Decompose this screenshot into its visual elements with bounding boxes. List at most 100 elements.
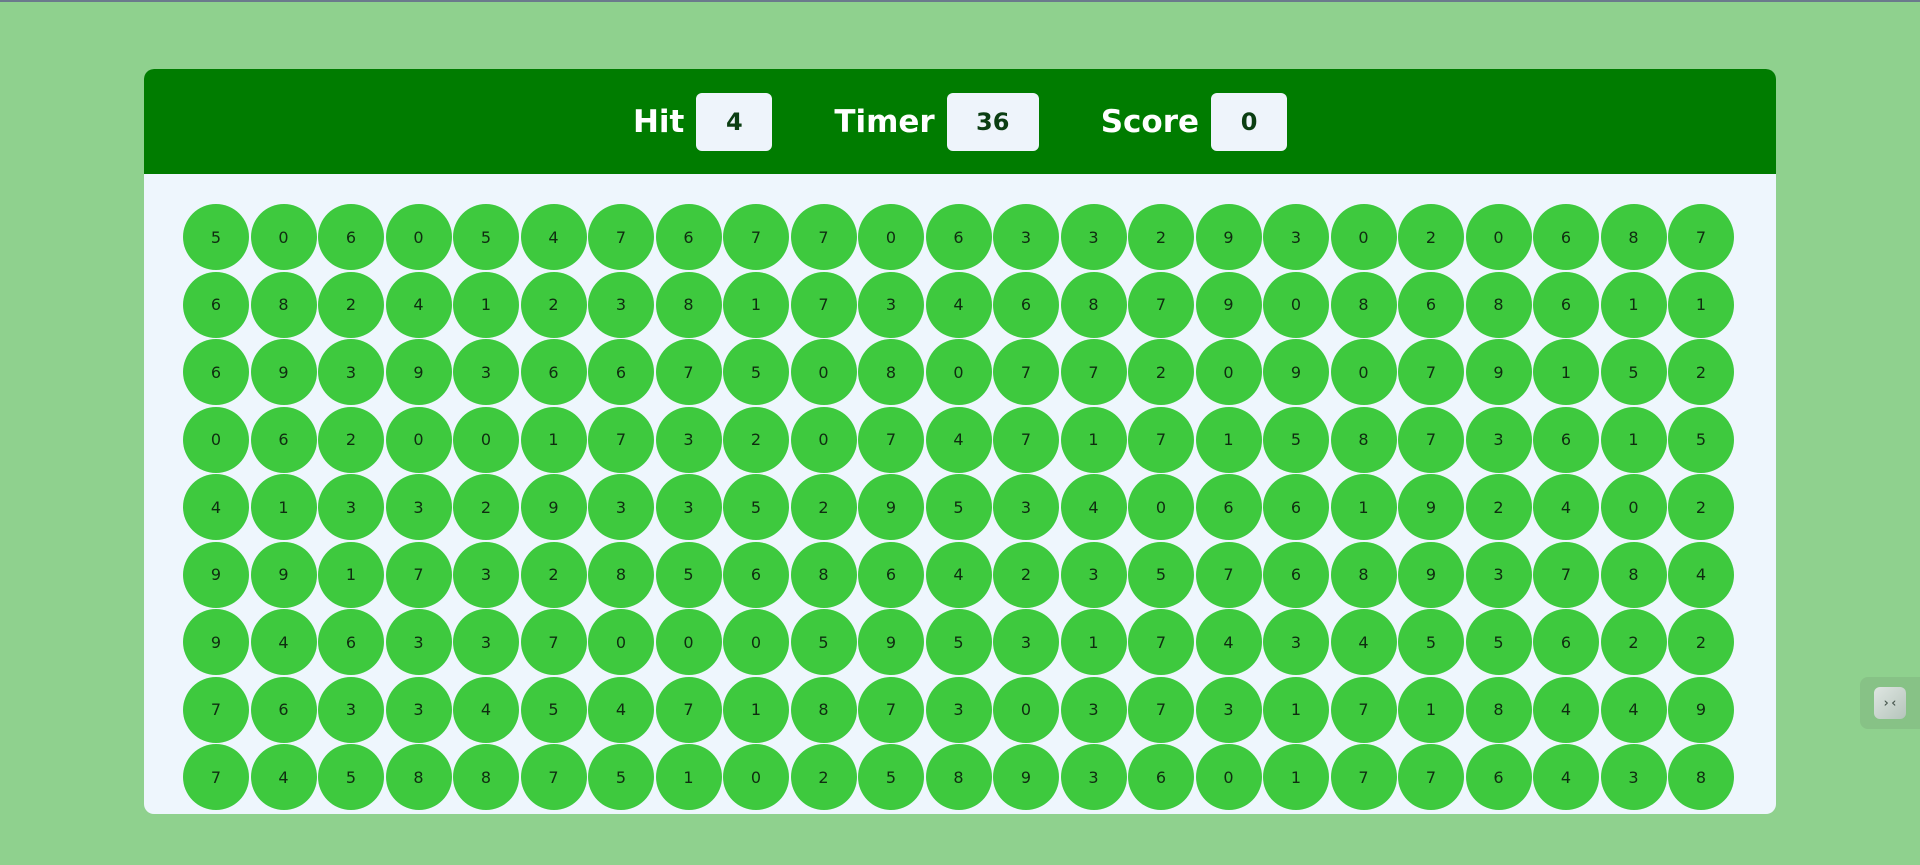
bubble[interactable]: 1 xyxy=(723,271,789,338)
bubble[interactable]: 0 xyxy=(183,406,249,473)
bubble[interactable]: 3 xyxy=(453,339,519,405)
bubble[interactable]: 9 xyxy=(183,609,249,675)
bubble[interactable]: 9 xyxy=(520,474,587,540)
bubble[interactable]: 0 xyxy=(385,406,452,473)
bubble[interactable]: 3 xyxy=(1263,609,1329,675)
bubble[interactable]: 0 xyxy=(1263,271,1329,338)
bubble[interactable]: 1 xyxy=(1263,744,1329,810)
bubble[interactable]: 0 xyxy=(655,609,722,675)
bubble[interactable]: 6 xyxy=(1465,744,1532,810)
collapse-icon[interactable]: ›‹ xyxy=(1874,687,1906,719)
bubble[interactable]: 1 xyxy=(1533,339,1599,405)
bubble[interactable]: 7 xyxy=(520,609,587,675)
bubble[interactable]: 7 xyxy=(1398,339,1464,405)
bubble[interactable]: 6 xyxy=(1533,271,1599,338)
bubble[interactable]: 3 xyxy=(1600,744,1667,810)
bubble[interactable]: 2 xyxy=(1668,609,1734,675)
bubble[interactable]: 4 xyxy=(1195,609,1262,675)
bubble[interactable]: 0 xyxy=(385,204,452,270)
bubble[interactable]: 0 xyxy=(453,406,519,473)
bubble[interactable]: 8 xyxy=(385,744,452,810)
bubble[interactable]: 4 xyxy=(925,406,992,473)
bubble[interactable]: 3 xyxy=(453,541,519,608)
bubble[interactable]: 4 xyxy=(1533,744,1599,810)
bubble[interactable]: 4 xyxy=(385,271,452,338)
bubble[interactable]: 6 xyxy=(1263,474,1329,540)
bubble[interactable]: 8 xyxy=(1600,204,1667,270)
bubble[interactable]: 7 xyxy=(1330,744,1397,810)
bubble[interactable]: 3 xyxy=(1465,406,1532,473)
bubble[interactable]: 2 xyxy=(1668,474,1734,540)
bubble[interactable]: 0 xyxy=(1330,204,1397,270)
bubble[interactable]: 2 xyxy=(1668,339,1734,405)
bubble[interactable]: 7 xyxy=(1398,744,1464,810)
bubble[interactable]: 7 xyxy=(183,744,249,810)
bubble[interactable]: 7 xyxy=(790,271,857,338)
bubble[interactable]: 4 xyxy=(1533,676,1599,743)
bubble[interactable]: 6 xyxy=(723,541,789,608)
bubble[interactable]: 2 xyxy=(993,541,1059,608)
bubble[interactable]: 3 xyxy=(385,609,452,675)
bubble[interactable]: 0 xyxy=(790,339,857,405)
bubble[interactable]: 3 xyxy=(1465,541,1532,608)
bubble[interactable]: 9 xyxy=(993,744,1059,810)
bubble[interactable]: 1 xyxy=(1600,271,1667,338)
bubble[interactable]: 7 xyxy=(790,204,857,270)
bubble[interactable]: 2 xyxy=(520,541,587,608)
bubble[interactable]: 9 xyxy=(250,339,317,405)
bubble[interactable]: 8 xyxy=(1465,676,1532,743)
bubble[interactable]: 3 xyxy=(1060,676,1127,743)
bubble[interactable]: 6 xyxy=(858,541,924,608)
bubble[interactable]: 8 xyxy=(453,744,519,810)
bubble[interactable]: 6 xyxy=(655,204,722,270)
bubble[interactable]: 9 xyxy=(1195,271,1262,338)
bubble[interactable]: 8 xyxy=(655,271,722,338)
bubble[interactable]: 7 xyxy=(1533,541,1599,608)
bubble[interactable]: 5 xyxy=(925,609,992,675)
bubble[interactable]: 7 xyxy=(1128,609,1194,675)
bubble[interactable]: 5 xyxy=(723,474,789,540)
bubble[interactable]: 6 xyxy=(250,676,317,743)
bubble[interactable]: 0 xyxy=(1195,744,1262,810)
bubble[interactable]: 5 xyxy=(520,676,587,743)
bubble[interactable]: 3 xyxy=(385,474,452,540)
bubble[interactable]: 2 xyxy=(1128,204,1194,270)
bubble[interactable]: 9 xyxy=(385,339,452,405)
bubble[interactable]: 4 xyxy=(1330,609,1397,675)
bubble[interactable]: 7 xyxy=(723,204,789,270)
bubble[interactable]: 4 xyxy=(1533,474,1599,540)
bubble[interactable]: 0 xyxy=(1600,474,1667,540)
bubble[interactable]: 7 xyxy=(655,676,722,743)
bubble[interactable]: 4 xyxy=(453,676,519,743)
bubble[interactable]: 7 xyxy=(1195,541,1262,608)
bubble[interactable]: 8 xyxy=(588,541,654,608)
bubble[interactable]: 8 xyxy=(1330,406,1397,473)
bubble[interactable]: 7 xyxy=(858,406,924,473)
bubble[interactable]: 2 xyxy=(723,406,789,473)
bubble[interactable]: 7 xyxy=(1128,676,1194,743)
bubble[interactable]: 3 xyxy=(318,676,384,743)
bubble[interactable]: 4 xyxy=(1600,676,1667,743)
bubble[interactable]: 3 xyxy=(858,271,924,338)
bubble[interactable]: 2 xyxy=(318,406,384,473)
bubble[interactable]: 0 xyxy=(1465,204,1532,270)
bubble[interactable]: 4 xyxy=(925,271,992,338)
bubble[interactable]: 1 xyxy=(1600,406,1667,473)
bubble[interactable]: 2 xyxy=(790,474,857,540)
bubble[interactable]: 5 xyxy=(790,609,857,675)
bubble[interactable]: 7 xyxy=(588,204,654,270)
bubble[interactable]: 7 xyxy=(1060,339,1127,405)
bubble[interactable]: 1 xyxy=(520,406,587,473)
bubble[interactable]: 7 xyxy=(1668,204,1734,270)
bubble[interactable]: 7 xyxy=(858,676,924,743)
bubble[interactable]: 3 xyxy=(993,609,1059,675)
bubble[interactable]: 9 xyxy=(1263,339,1329,405)
bubble[interactable]: 8 xyxy=(1060,271,1127,338)
bubble[interactable]: 6 xyxy=(1533,609,1599,675)
bubble[interactable]: 2 xyxy=(1128,339,1194,405)
bubble[interactable]: 7 xyxy=(1330,676,1397,743)
bubble[interactable]: 4 xyxy=(250,609,317,675)
bubble[interactable]: 7 xyxy=(183,676,249,743)
bubble[interactable]: 3 xyxy=(993,474,1059,540)
bubble[interactable]: 9 xyxy=(1668,676,1734,743)
